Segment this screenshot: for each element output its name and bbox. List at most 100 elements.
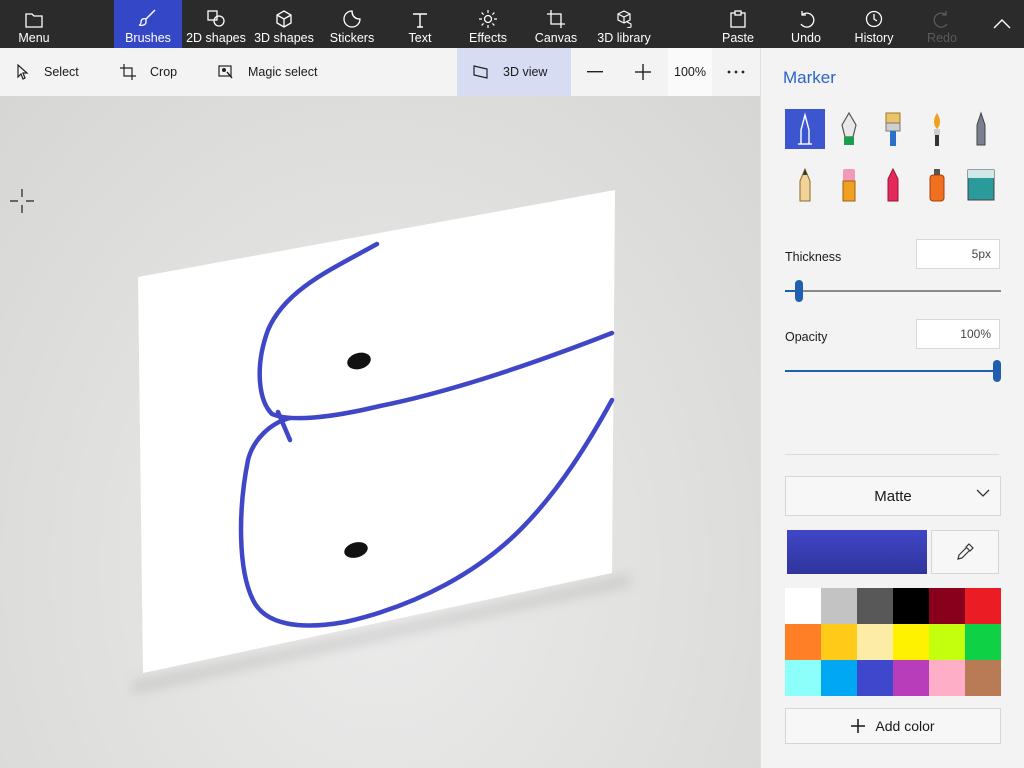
add-color-button[interactable]: Add color <box>785 708 1001 744</box>
palette-color[interactable] <box>821 588 857 624</box>
tab-text[interactable]: Text <box>388 0 452 48</box>
pencil-icon <box>799 167 811 202</box>
menu-label: Menu <box>18 31 50 45</box>
sticker-icon <box>343 4 361 28</box>
undo-button[interactable]: Undo <box>776 0 836 48</box>
plus-icon <box>635 64 651 80</box>
tab-3d-shapes[interactable]: 3D shapes <box>251 0 317 48</box>
crosshair-cursor-icon <box>10 189 34 213</box>
palette-color[interactable] <box>785 588 821 624</box>
zoom-level-value: 100% <box>674 65 706 79</box>
opacity-input[interactable]: 100% <box>916 319 1000 349</box>
tab-3d-library-label: 3D library <box>597 31 651 45</box>
color-palette <box>785 588 1001 696</box>
chevron-down-icon <box>976 489 990 497</box>
opacity-slider-thumb[interactable] <box>993 360 1001 382</box>
palette-color[interactable] <box>857 624 893 660</box>
crop-button[interactable]: Crop <box>120 48 177 96</box>
palette-color[interactable] <box>965 588 1001 624</box>
more-icon <box>727 70 745 74</box>
tab-effects[interactable]: Effects <box>456 0 520 48</box>
tool-pencil[interactable] <box>785 165 825 205</box>
select-cursor-icon <box>16 64 30 80</box>
history-button[interactable]: History <box>844 0 904 48</box>
3d-view-button[interactable]: 3D view <box>457 48 571 96</box>
marker-icon <box>798 112 812 145</box>
opacity-label: Opacity <box>785 330 828 344</box>
history-clock-icon <box>865 4 883 28</box>
tool-eraser[interactable] <box>829 165 869 205</box>
magic-select-button[interactable]: Magic select <box>218 48 317 96</box>
menu-button[interactable]: Menu <box>0 0 68 48</box>
tab-2d-shapes-label: 2D shapes <box>186 31 246 45</box>
brush-panel: Marker Thickness 5px Opacity 100% Matte <box>760 48 1024 768</box>
collapse-ribbon-button[interactable] <box>980 0 1024 48</box>
workspace[interactable] <box>0 96 760 768</box>
eyedropper-button[interactable] <box>931 530 999 574</box>
thickness-input[interactable]: 5px <box>916 239 1000 269</box>
tool-pixel-pen[interactable] <box>961 109 1001 149</box>
palette-color[interactable] <box>893 660 929 696</box>
tab-stickers-label: Stickers <box>329 31 375 45</box>
thickness-slider-thumb[interactable] <box>795 280 803 302</box>
tool-fill[interactable] <box>961 165 1001 205</box>
palette-color[interactable] <box>785 660 821 696</box>
minus-icon <box>587 71 603 73</box>
zoom-in-button[interactable] <box>634 48 652 96</box>
calligraphy-pen-icon <box>841 111 857 145</box>
tool-calligraphy-pen[interactable] <box>829 109 869 149</box>
zoom-out-button[interactable] <box>586 48 604 96</box>
palette-color[interactable] <box>857 660 893 696</box>
command-bar: Select Crop Magic select 3D view 100% <box>0 48 760 96</box>
paste-button[interactable]: Paste <box>708 0 768 48</box>
palette-color[interactable] <box>857 588 893 624</box>
tab-3d-shapes-label: 3D shapes <box>254 31 314 45</box>
oil-brush-icon <box>885 112 901 146</box>
magic-select-label: Magic select <box>248 65 318 79</box>
canvas-3d-view[interactable] <box>0 96 760 768</box>
current-color-swatch[interactable] <box>787 530 927 574</box>
tool-oil-brush[interactable] <box>873 109 913 149</box>
redo-icon <box>933 4 951 28</box>
cube-icon <box>275 4 293 28</box>
tool-marker[interactable] <box>785 109 825 149</box>
palette-color[interactable] <box>893 624 929 660</box>
tool-crayon[interactable] <box>873 165 913 205</box>
tab-text-label: Text <box>408 31 432 45</box>
tab-brushes[interactable]: Brushes <box>114 0 182 48</box>
more-options-button[interactable] <box>726 48 746 96</box>
palette-color[interactable] <box>929 660 965 696</box>
tool-spray-can[interactable] <box>917 165 957 205</box>
tab-canvas[interactable]: Canvas <box>524 0 588 48</box>
3d-view-icon <box>473 64 489 80</box>
canvas-crop-icon <box>547 4 565 28</box>
palette-color[interactable] <box>929 624 965 660</box>
tab-3d-library[interactable]: 3D library <box>592 0 656 48</box>
tab-stickers[interactable]: Stickers <box>320 0 384 48</box>
palette-color[interactable] <box>965 624 1001 660</box>
tab-2d-shapes[interactable]: 2D shapes <box>183 0 249 48</box>
crop-icon <box>120 64 136 80</box>
crop-label: Crop <box>150 65 178 79</box>
paste-label: Paste <box>722 31 754 45</box>
thickness-label: Thickness <box>785 250 842 264</box>
thickness-slider-track[interactable] <box>785 290 1001 292</box>
tool-watercolor[interactable] <box>917 109 957 149</box>
palette-color[interactable] <box>821 624 857 660</box>
panel-divider <box>785 454 999 455</box>
palette-color[interactable] <box>893 588 929 624</box>
library-cubes-icon <box>615 4 633 28</box>
select-button[interactable]: Select <box>16 48 79 96</box>
sun-icon <box>479 4 497 28</box>
history-label: History <box>854 31 894 45</box>
palette-color[interactable] <box>785 624 821 660</box>
finish-dropdown[interactable]: Matte <box>785 476 1001 516</box>
palette-color[interactable] <box>821 660 857 696</box>
palette-color[interactable] <box>929 588 965 624</box>
zoom-level[interactable]: 100% <box>668 48 712 96</box>
3d-view-label: 3D view <box>503 65 548 79</box>
clipboard-icon <box>730 4 746 28</box>
palette-color[interactable] <box>965 660 1001 696</box>
redo-button[interactable]: Redo <box>912 0 972 48</box>
text-icon <box>412 4 428 28</box>
